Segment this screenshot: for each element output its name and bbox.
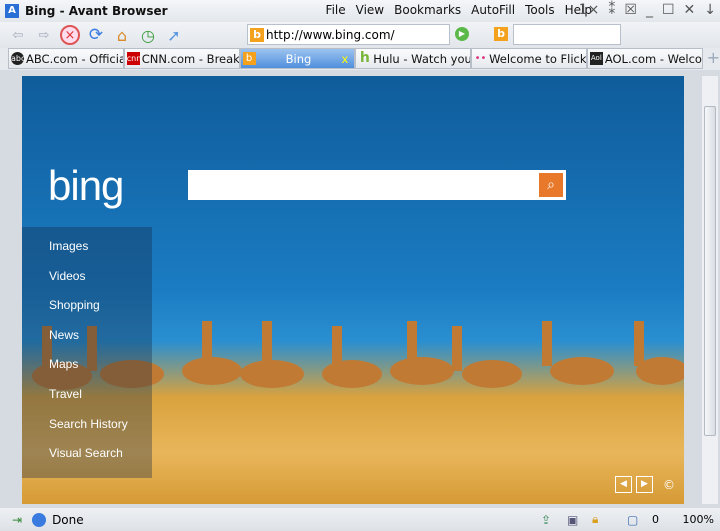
bing-logo[interactable]: bing bbox=[48, 162, 124, 210]
next-image-button[interactable]: ▶ bbox=[636, 476, 653, 493]
minimize-button[interactable]: _ bbox=[646, 2, 653, 18]
bing-favicon-icon: b bbox=[250, 27, 264, 42]
tab-cnn[interactable]: cnnCNN.com - Breaki... bbox=[123, 48, 240, 69]
hulu-icon: h bbox=[359, 50, 370, 66]
search-input[interactable] bbox=[513, 24, 621, 45]
nav-maps[interactable]: Maps bbox=[22, 357, 152, 387]
status-text: Done bbox=[52, 512, 84, 527]
tab-aol[interactable]: Aol AOL.com - Welco... bbox=[586, 48, 703, 69]
bing-page: bing ⌕ Images Videos Shopping News Maps … bbox=[22, 76, 684, 504]
home-button[interactable]: ⌂ bbox=[112, 25, 132, 45]
url-text[interactable]: http://www.bing.com/ bbox=[266, 28, 395, 42]
forward-button[interactable]: ⇨ bbox=[34, 25, 54, 45]
abc-icon: abc bbox=[11, 52, 26, 65]
menu-view[interactable]: View bbox=[356, 3, 384, 17]
nav-news[interactable]: News bbox=[22, 328, 152, 358]
menu-bookmarks[interactable]: Bookmarks bbox=[394, 3, 461, 17]
flickr-icon: •• bbox=[474, 53, 487, 64]
globe-icon bbox=[32, 512, 47, 527]
bing-search-input[interactable]: ⌕ bbox=[188, 170, 566, 200]
status-bar: ⇥ Done ⇪ ▣ 🔒︎ ▢ 0 100% bbox=[0, 508, 720, 531]
nav-shopping[interactable]: Shopping bbox=[22, 298, 152, 328]
maximize-button[interactable]: ☐ bbox=[662, 2, 675, 18]
back-button[interactable]: ⇦ bbox=[8, 25, 28, 45]
tab-abc[interactable]: abcABC.com - Officia... bbox=[8, 48, 124, 69]
avant-logo-icon: A bbox=[5, 4, 19, 18]
upload-icon[interactable]: ⇪ bbox=[541, 513, 551, 527]
close-button[interactable]: ✕ bbox=[684, 2, 696, 18]
menu-autofill[interactable]: AutoFill bbox=[471, 3, 515, 17]
nav-travel[interactable]: Travel bbox=[22, 387, 152, 417]
tab-bing[interactable]: b Bing x bbox=[239, 48, 356, 69]
go-button[interactable]: ▶ bbox=[455, 27, 469, 41]
close-box-icon[interactable]: ☒ bbox=[624, 2, 637, 18]
menu-bar: File View Bookmarks AutoFill Tools Help bbox=[326, 3, 592, 17]
refresh-button[interactable]: ⟳ bbox=[86, 25, 106, 45]
content-area: bing ⌕ Images Videos Shopping News Maps … bbox=[0, 70, 720, 508]
menu-file[interactable]: File bbox=[326, 3, 346, 17]
title-bar: A Bing - Avant Browser File View Bookmar… bbox=[0, 0, 720, 22]
popup-count: 0 bbox=[652, 513, 659, 526]
tab-bar: abcABC.com - Officia... cnnCNN.com - Bre… bbox=[0, 48, 720, 70]
cnn-icon: cnn bbox=[126, 52, 142, 65]
vertical-scrollbar[interactable] bbox=[702, 76, 718, 504]
popup-blocker-icon[interactable]: ▢ bbox=[627, 513, 638, 527]
nav-videos[interactable]: Videos bbox=[22, 269, 152, 299]
nav-search-history[interactable]: Search History bbox=[22, 417, 152, 447]
scrollbar-thumb[interactable] bbox=[704, 106, 716, 436]
new-tab-button[interactable]: + bbox=[707, 48, 720, 70]
cursor-icon[interactable]: ➚ bbox=[164, 25, 184, 45]
close-tab-icon[interactable]: x bbox=[341, 52, 348, 66]
search-button[interactable]: ⌕ bbox=[539, 173, 563, 197]
tab-flickr[interactable]: ••Welcome to Flickr... bbox=[471, 48, 587, 69]
close-tab-icon[interactable]: 1× bbox=[579, 2, 600, 18]
nav-images[interactable]: Images bbox=[22, 239, 152, 269]
zoom-level[interactable]: 100% bbox=[683, 513, 714, 526]
lock-icon[interactable]: 🔒︎ bbox=[592, 512, 598, 527]
aol-icon: Aol bbox=[589, 52, 603, 65]
window-title: Bing - Avant Browser bbox=[25, 4, 168, 18]
search-engine-icon[interactable]: b bbox=[494, 27, 508, 41]
bing-nav: Images Videos Shopping News Maps Travel … bbox=[22, 227, 152, 478]
close-all-icon[interactable]: ⁑ bbox=[608, 2, 615, 18]
history-button[interactable]: ◷ bbox=[138, 25, 158, 45]
download-icon[interactable]: ↓ bbox=[704, 2, 716, 18]
address-bar[interactable]: b http://www.bing.com/ bbox=[247, 24, 450, 45]
network-icon[interactable]: ▣ bbox=[567, 513, 578, 527]
tab-hulu[interactable]: hHulu - Watch you... bbox=[355, 48, 472, 69]
stop-button[interactable]: × bbox=[60, 25, 80, 45]
nav-visual-search[interactable]: Visual Search bbox=[22, 446, 152, 476]
menu-tools[interactable]: Tools bbox=[525, 3, 555, 17]
prev-image-button[interactable]: ◀ bbox=[615, 476, 632, 493]
copyright-icon[interactable]: © bbox=[663, 478, 675, 492]
bing-icon: b bbox=[242, 52, 256, 65]
sidebar-toggle-icon[interactable]: ⇥ bbox=[12, 513, 22, 527]
